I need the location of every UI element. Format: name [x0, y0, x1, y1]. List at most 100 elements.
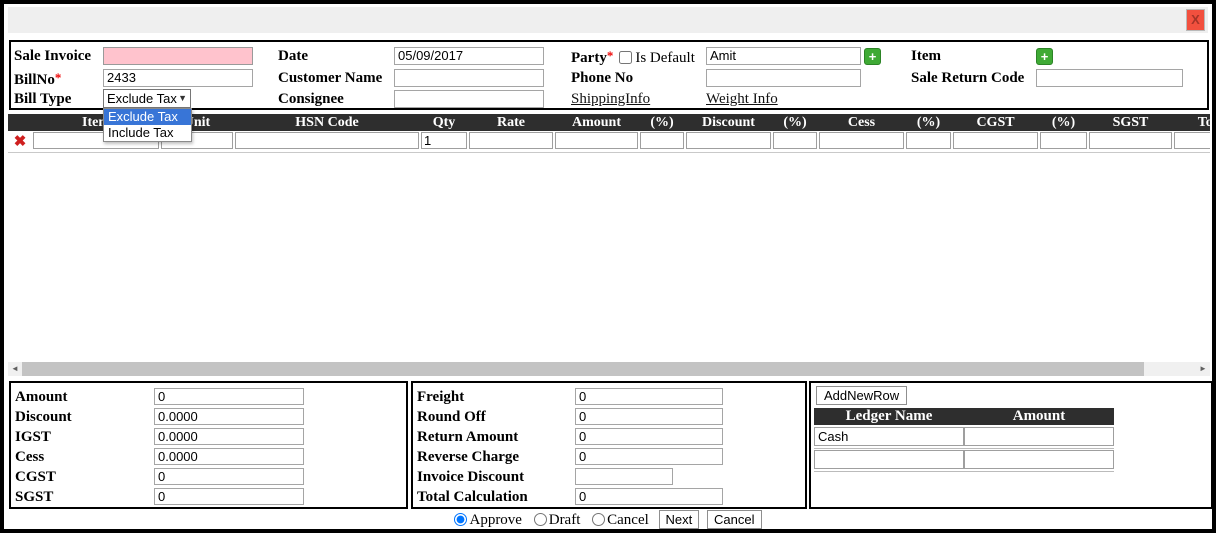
sgst-total-input[interactable] [154, 488, 304, 505]
cgst-total-input[interactable] [154, 468, 304, 485]
totals-box: Amount Discount IGST Cess CGST SGST [9, 381, 408, 509]
party-required-mark: * [607, 48, 614, 63]
weight-info-link[interactable]: Weight Info [706, 91, 778, 107]
discount-input[interactable] [686, 132, 771, 149]
draft-radio-option[interactable]: Draft [534, 512, 584, 528]
amount-total-input[interactable] [154, 388, 304, 405]
amount-total-label: Amount [15, 389, 68, 405]
col-cgst: CGST [952, 114, 1039, 131]
is-default-checkbox[interactable] [619, 51, 632, 64]
date-label: Date [278, 46, 308, 66]
return-amount-label: Return Amount [417, 429, 518, 445]
charges-box: Freight Round Off Return Amount Reverse … [411, 381, 807, 509]
col-cess: Cess [818, 114, 905, 131]
approve-radio[interactable] [454, 513, 467, 526]
add-new-row-button[interactable]: AddNewRow [816, 386, 907, 405]
cess-total-input[interactable] [154, 448, 304, 465]
return-amount-input[interactable] [575, 428, 723, 445]
scroll-left-icon[interactable]: ◄ [8, 362, 22, 376]
invoice-header-form: Sale Invoice Date Party*Is Default + Ite… [9, 40, 1209, 110]
sale-return-code-label: Sale Return Code [911, 68, 1024, 88]
cess-total-label: Cess [15, 449, 44, 465]
igst-total-input[interactable] [154, 428, 304, 445]
is-default-label: Is Default [635, 50, 695, 66]
sale-invoice-label: Sale Invoice [14, 46, 91, 66]
col-amount: Amount [554, 114, 639, 131]
col-discount-pct: (%) [772, 114, 818, 131]
reverse-charge-label: Reverse Charge [417, 449, 519, 465]
close-button[interactable]: X [1186, 9, 1205, 31]
delete-row-icon[interactable]: ✖ [8, 131, 32, 152]
total-calculation-label: Total Calculation [417, 489, 528, 505]
item-label: Item [911, 46, 941, 66]
cess-input[interactable] [819, 132, 904, 149]
draft-radio[interactable] [534, 513, 547, 526]
billno-label: BillNo* [14, 68, 61, 88]
ledger-name-input[interactable] [814, 427, 964, 446]
sale-return-code-input[interactable] [1036, 69, 1183, 87]
hsn-code-input[interactable] [235, 132, 419, 149]
scrollbar-thumb[interactable] [22, 362, 1144, 376]
qty-input[interactable] [421, 132, 467, 149]
round-off-input[interactable] [575, 408, 723, 425]
ledger-amount-input[interactable] [964, 427, 1114, 446]
ledger-header-row: Ledger Name Amount [814, 408, 1114, 425]
date-input[interactable] [394, 47, 544, 65]
round-off-label: Round Off [417, 409, 486, 425]
phone-no-label: Phone No [571, 68, 633, 88]
discount-pct-input[interactable] [773, 132, 817, 149]
ledger-table: Ledger Name Amount [814, 408, 1114, 472]
freight-label: Freight [417, 389, 464, 405]
igst-total-label: IGST [15, 429, 51, 445]
cancel-radio[interactable] [592, 513, 605, 526]
ledger-amount-input[interactable] [964, 450, 1114, 469]
customer-name-input[interactable] [394, 69, 544, 87]
shipping-info-link[interactable]: ShippingInfo [571, 91, 650, 107]
ledger-amount-header: Amount [964, 408, 1114, 425]
bill-type-selected-value: Exclude Tax [107, 91, 177, 106]
total-calculation-input[interactable] [575, 488, 723, 505]
items-table-region: Item Unit HSN Code Qty Rate Amount (%) D… [8, 114, 1210, 362]
ledger-name-header: Ledger Name [814, 408, 964, 425]
cancel-button[interactable]: Cancel [707, 510, 761, 529]
amount-pct-input[interactable] [640, 132, 684, 149]
invoice-discount-input[interactable] [575, 468, 673, 485]
total-input[interactable] [1174, 132, 1210, 149]
cgst-input[interactable] [953, 132, 1038, 149]
bill-type-option-include-tax[interactable]: Include Tax [104, 125, 191, 141]
horizontal-scrollbar[interactable]: ◄ ► [8, 362, 1210, 376]
cess-pct-input[interactable] [906, 132, 951, 149]
next-button[interactable]: Next [659, 510, 700, 529]
cgst-total-label: CGST [15, 469, 56, 485]
consignee-input[interactable] [394, 90, 544, 108]
add-item-icon[interactable]: + [1036, 48, 1053, 65]
chevron-down-icon: ▼ [178, 90, 187, 107]
approve-radio-option[interactable]: Approve [454, 512, 525, 528]
footer-actions: Approve Draft Cancel Next Cancel [4, 510, 1212, 532]
party-input[interactable] [706, 47, 861, 65]
rate-input[interactable] [469, 132, 553, 149]
add-party-icon[interactable]: + [864, 48, 881, 65]
sale-invoice-input[interactable] [103, 47, 253, 65]
col-hsn-code: HSN Code [234, 114, 420, 131]
bill-type-option-exclude-tax[interactable]: Exclude Tax [104, 109, 191, 125]
reverse-charge-input[interactable] [575, 448, 723, 465]
draft-label: Draft [549, 512, 581, 528]
ledger-name-input[interactable] [814, 450, 964, 469]
sale-invoice-window: X Sale Invoice Date Party*Is Default + I… [0, 0, 1216, 533]
cgst-pct-input[interactable] [1040, 132, 1087, 149]
bill-type-dropdown: Exclude Tax Include Tax [103, 108, 192, 142]
bill-type-select[interactable]: Exclude Tax ▼ [103, 89, 191, 108]
billno-required-mark: * [55, 70, 62, 85]
cancel-radio-option[interactable]: Cancel [592, 512, 652, 528]
sgst-input[interactable] [1089, 132, 1172, 149]
freight-input[interactable] [575, 388, 723, 405]
ledger-row [814, 448, 1114, 471]
phone-no-input[interactable] [706, 69, 861, 87]
amount-input[interactable] [555, 132, 638, 149]
discount-total-input[interactable] [154, 408, 304, 425]
col-qty: Qty [420, 114, 468, 131]
invoice-discount-label: Invoice Discount [417, 469, 524, 485]
scroll-right-icon[interactable]: ► [1196, 362, 1210, 376]
billno-input[interactable] [103, 69, 253, 87]
